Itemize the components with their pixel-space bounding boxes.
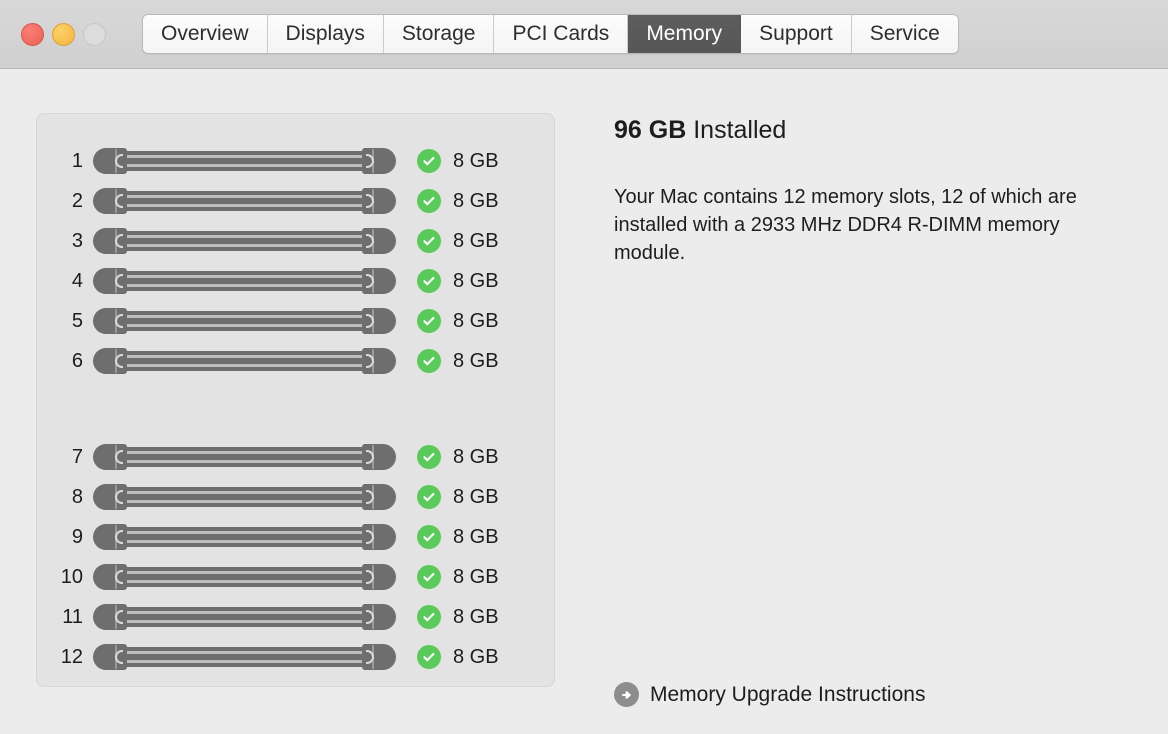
installed-memory-heading: 96 GB Installed xyxy=(614,116,1168,145)
tab-storage[interactable]: Storage xyxy=(383,15,495,53)
section-tab-bar[interactable]: Overview Displays Storage PCI Cards Memo… xyxy=(142,14,959,54)
slot-size-label: 8 GB xyxy=(453,189,499,212)
check-circle-icon xyxy=(417,149,441,173)
dimm-module-icon xyxy=(93,484,396,510)
tab-service[interactable]: Service xyxy=(851,15,958,53)
slot-size-label: 8 GB xyxy=(453,349,499,372)
slot-size-label: 8 GB xyxy=(453,309,499,332)
slot-number: 11 xyxy=(62,605,83,628)
slot-number: 5 xyxy=(71,309,83,332)
tab-pci-cards[interactable]: PCI Cards xyxy=(494,15,629,53)
slot-size-label: 8 GB xyxy=(453,269,499,292)
memory-slot-group-lower: 7 8 GB 8 8 GB 9 8 GB 10 8 GB 11 8 GB 12 … xyxy=(37,437,554,677)
dimm-module-icon xyxy=(93,348,396,374)
memory-slot-row: 6 8 GB xyxy=(37,341,554,381)
dimm-module-icon xyxy=(93,524,396,550)
dimm-module-icon xyxy=(93,444,396,470)
tab-overview[interactable]: Overview xyxy=(143,15,268,53)
memory-slot-row: 3 8 GB xyxy=(37,221,554,261)
arrow-right-circle-icon xyxy=(614,682,639,707)
memory-upgrade-instructions-label: Memory Upgrade Instructions xyxy=(650,682,926,706)
slot-size-label: 8 GB xyxy=(453,229,499,252)
dimm-module-icon xyxy=(93,604,396,630)
zoom-window-button[interactable] xyxy=(83,22,106,46)
check-circle-icon xyxy=(417,229,441,253)
memory-info-panel: 96 GB Installed Your Mac contains 12 mem… xyxy=(555,113,1168,734)
slot-number: 10 xyxy=(60,565,83,588)
check-circle-icon xyxy=(417,349,441,373)
memory-slot-row: 2 8 GB xyxy=(37,181,554,221)
window-toolbar: Overview Displays Storage PCI Cards Memo… xyxy=(0,0,1168,69)
memory-slot-row: 11 8 GB xyxy=(37,597,554,637)
check-circle-icon xyxy=(417,485,441,509)
dimm-module-icon xyxy=(93,188,396,214)
dimm-module-icon xyxy=(93,564,396,590)
dimm-module-icon xyxy=(93,148,396,174)
dimm-module-icon xyxy=(93,308,396,334)
close-window-button[interactable] xyxy=(21,22,44,46)
memory-slot-group-upper: 1 8 GB 2 8 GB 3 8 GB 4 8 GB 5 8 GB 6 8 G… xyxy=(37,141,554,381)
tab-displays[interactable]: Displays xyxy=(267,15,384,53)
slot-number: 4 xyxy=(71,269,83,292)
slot-number: 8 xyxy=(71,485,83,508)
dimm-module-icon xyxy=(93,644,396,670)
check-circle-icon xyxy=(417,605,441,629)
slot-size-label: 8 GB xyxy=(453,485,499,508)
tab-memory[interactable]: Memory xyxy=(628,15,742,53)
slot-size-label: 8 GB xyxy=(453,645,499,668)
slot-size-label: 8 GB xyxy=(453,525,499,548)
memory-slot-row: 4 8 GB xyxy=(37,261,554,301)
memory-slot-row: 7 8 GB xyxy=(37,437,554,477)
slot-size-label: 8 GB xyxy=(453,445,499,468)
slot-number: 2 xyxy=(71,189,83,212)
slot-size-label: 8 GB xyxy=(453,565,499,588)
check-circle-icon xyxy=(417,565,441,589)
tab-support[interactable]: Support xyxy=(741,15,852,53)
check-circle-icon xyxy=(417,189,441,213)
minimize-window-button[interactable] xyxy=(52,22,75,46)
dimm-module-icon xyxy=(93,268,396,294)
memory-slot-row: 8 8 GB xyxy=(37,477,554,517)
memory-slot-row: 5 8 GB xyxy=(37,301,554,341)
memory-slot-row: 12 8 GB xyxy=(37,637,554,677)
slot-size-label: 8 GB xyxy=(453,149,499,172)
check-circle-icon xyxy=(417,525,441,549)
slot-number: 12 xyxy=(60,645,83,668)
memory-content-area: 1 8 GB 2 8 GB 3 8 GB 4 8 GB 5 8 GB 6 8 G… xyxy=(0,69,1168,734)
slot-number: 7 xyxy=(71,445,83,468)
slot-size-label: 8 GB xyxy=(453,605,499,628)
installed-memory-amount: 96 GB xyxy=(614,116,687,144)
check-circle-icon xyxy=(417,645,441,669)
check-circle-icon xyxy=(417,445,441,469)
slot-number: 3 xyxy=(71,229,83,252)
memory-slot-row: 10 8 GB xyxy=(37,557,554,597)
dimm-module-icon xyxy=(93,228,396,254)
memory-slot-row: 1 8 GB xyxy=(37,141,554,181)
memory-slots-panel: 1 8 GB 2 8 GB 3 8 GB 4 8 GB 5 8 GB 6 8 G… xyxy=(36,113,555,687)
memory-slot-row: 9 8 GB xyxy=(37,517,554,557)
slot-number: 9 xyxy=(71,525,83,548)
system-information-window: Overview Displays Storage PCI Cards Memo… xyxy=(0,0,1168,734)
slot-number: 6 xyxy=(71,349,83,372)
slot-number: 1 xyxy=(71,149,83,172)
traffic-lights xyxy=(21,22,106,46)
memory-description-text: Your Mac contains 12 memory slots, 12 of… xyxy=(614,186,1077,264)
check-circle-icon xyxy=(417,309,441,333)
memory-upgrade-instructions-link[interactable]: Memory Upgrade Instructions xyxy=(614,682,925,707)
installed-memory-suffix: Installed xyxy=(693,116,787,144)
check-circle-icon xyxy=(417,269,441,293)
